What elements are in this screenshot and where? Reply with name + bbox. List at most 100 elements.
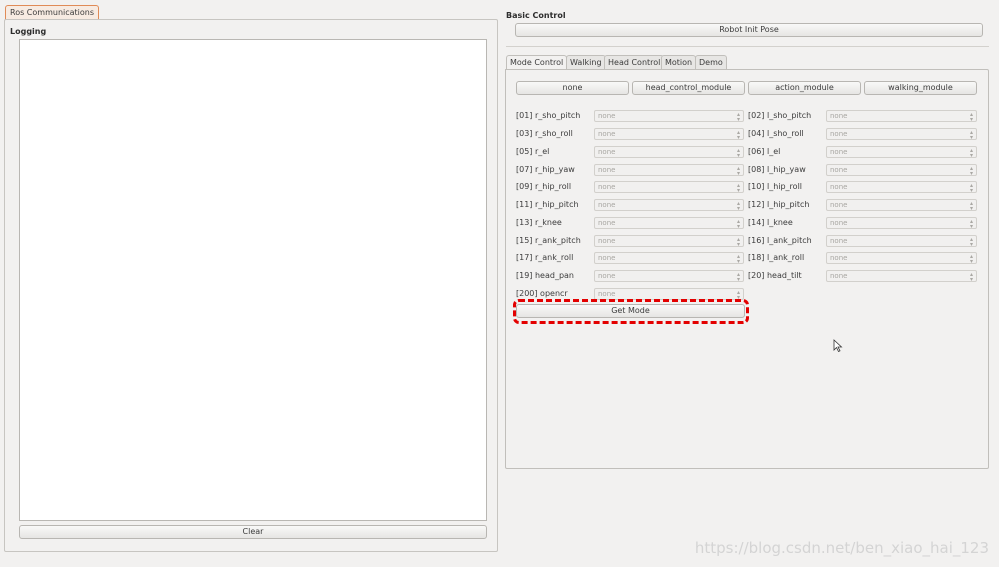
basic-control-label: Basic Control [506, 11, 566, 20]
module-action-button[interactable]: action_module [748, 81, 861, 95]
combo-value: none [598, 130, 616, 138]
window-bottom-edge [0, 556, 999, 567]
joint-mode-select[interactable]: none ▴ ▾ [594, 270, 744, 283]
joint-mode-select[interactable]: none ▴ ▾ [594, 164, 744, 177]
divider [506, 46, 989, 47]
watermark: https://blog.csdn.net/ben_xiao_hai_123 [694, 539, 989, 557]
joint-label: [07] r_hip_yaw [516, 165, 575, 174]
joint-label: [200] opencr [516, 289, 568, 298]
joint-label: [13] r_knee [516, 218, 562, 227]
joint-label: [02] l_sho_pitch [748, 111, 812, 120]
spin-arrows-icon: ▴ ▾ [969, 182, 973, 194]
joint-label: [03] r_sho_roll [516, 129, 573, 138]
joint-mode-select[interactable]: none ▴ ▾ [826, 164, 977, 177]
combo-value: none [830, 254, 848, 262]
module-head-control-button[interactable]: head_control_module [632, 81, 745, 95]
joint-mode-select[interactable]: none ▴ ▾ [826, 217, 977, 230]
joint-mode-select[interactable]: none ▴ ▾ [826, 110, 977, 123]
module-walking-button[interactable]: walking_module [864, 81, 977, 95]
combo-value: none [598, 148, 616, 156]
tab-head-control[interactable]: Head Control [604, 55, 665, 70]
joint-mode-select[interactable]: none ▴ ▾ [594, 235, 744, 248]
joint-mode-select[interactable]: none ▴ ▾ [594, 128, 744, 141]
spin-arrows-icon: ▴ ▾ [969, 200, 973, 212]
spin-arrows-icon: ▴ ▾ [736, 165, 740, 177]
spin-arrows-icon: ▴ ▾ [969, 165, 973, 177]
joint-mode-select[interactable]: none ▴ ▾ [826, 128, 977, 141]
joint-mode-select[interactable]: none ▴ ▾ [826, 270, 977, 283]
joint-label: [18] l_ank_roll [748, 253, 805, 262]
spin-arrows-icon: ▴ ▾ [969, 147, 973, 159]
spin-arrows-icon: ▴ ▾ [969, 271, 973, 283]
logging-label: Logging [10, 27, 47, 36]
module-none-button[interactable]: none [516, 81, 629, 95]
combo-value: none [598, 219, 616, 227]
spin-arrows-icon: ▴ ▾ [736, 253, 740, 265]
spin-arrows-icon: ▴ ▾ [736, 200, 740, 212]
joint-label: [06] l_el [748, 147, 781, 156]
spin-arrows-icon: ▴ ▾ [736, 236, 740, 248]
joint-label: [09] r_hip_roll [516, 182, 572, 191]
joint-label: [10] l_hip_roll [748, 182, 803, 191]
joint-mode-select[interactable]: none ▴ ▾ [594, 252, 744, 265]
joint-label: [08] l_hip_yaw [748, 165, 806, 174]
logging-text-area[interactable] [19, 39, 487, 521]
joint-label: [20] head_tilt [748, 271, 802, 280]
spin-arrows-icon: ▴ ▾ [969, 253, 973, 265]
combo-value: none [830, 166, 848, 174]
spin-arrows-icon: ▴ ▾ [969, 129, 973, 141]
spin-arrows-icon: ▴ ▾ [736, 182, 740, 194]
spin-arrows-icon: ▴ ▾ [969, 111, 973, 123]
mouse-cursor-icon [833, 339, 843, 353]
tab-motion[interactable]: Motion [661, 55, 697, 70]
combo-value: none [598, 112, 616, 120]
spin-arrows-icon: ▴ ▾ [736, 271, 740, 283]
joint-mode-select[interactable]: none ▴ ▾ [594, 199, 744, 212]
joint-mode-select[interactable]: none ▴ ▾ [826, 235, 977, 248]
joint-label: [19] head_pan [516, 271, 574, 280]
robot-init-pose-button[interactable]: Robot Init Pose [515, 23, 983, 37]
tab-walking[interactable]: Walking [566, 55, 606, 70]
highlight-annotation [513, 299, 749, 324]
spin-arrows-icon: ▴ ▾ [736, 147, 740, 159]
joint-mode-select[interactable]: none ▴ ▾ [826, 146, 977, 159]
clear-button[interactable]: Clear [19, 525, 487, 539]
joint-mode-select[interactable]: none ▴ ▾ [594, 217, 744, 230]
joint-mode-select[interactable]: none ▴ ▾ [594, 146, 744, 159]
joint-mode-select[interactable]: none ▴ ▾ [826, 199, 977, 212]
joint-label: [15] r_ank_pitch [516, 236, 581, 245]
combo-value: none [598, 166, 616, 174]
tab-demo[interactable]: Demo [695, 55, 727, 70]
joint-mode-select[interactable]: none ▴ ▾ [594, 110, 744, 123]
spin-arrows-icon: ▴ ▾ [736, 111, 740, 123]
combo-value: none [830, 148, 848, 156]
combo-value: none [598, 201, 616, 209]
combo-value: none [598, 272, 616, 280]
spin-arrows-icon: ▴ ▾ [969, 218, 973, 230]
spin-arrows-icon: ▴ ▾ [736, 218, 740, 230]
spin-arrows-icon: ▴ ▾ [969, 236, 973, 248]
joint-label: [17] r_ank_roll [516, 253, 574, 262]
combo-value: none [830, 272, 848, 280]
joint-label: [14] l_knee [748, 218, 793, 227]
combo-value: none [830, 219, 848, 227]
joint-label: [01] r_sho_pitch [516, 111, 581, 120]
combo-value: none [598, 183, 616, 191]
combo-value: none [830, 183, 848, 191]
combo-value: none [598, 237, 616, 245]
tab-ros-communications[interactable]: Ros Communications [5, 5, 100, 20]
joint-mode-select[interactable]: none ▴ ▾ [594, 181, 744, 194]
joint-label: [12] l_hip_pitch [748, 200, 810, 209]
combo-value: none [830, 237, 848, 245]
combo-value: none [830, 130, 848, 138]
combo-value: none [598, 254, 616, 262]
joint-label: [16] l_ank_pitch [748, 236, 812, 245]
combo-value: none [830, 201, 848, 209]
combo-value: none [830, 112, 848, 120]
spin-arrows-icon: ▴ ▾ [736, 129, 740, 141]
joint-label: [11] r_hip_pitch [516, 200, 579, 209]
joint-label: [04] l_sho_roll [748, 129, 804, 138]
joint-mode-select[interactable]: none ▴ ▾ [826, 181, 977, 194]
joint-label: [05] r_el [516, 147, 550, 156]
joint-mode-select[interactable]: none ▴ ▾ [826, 252, 977, 265]
